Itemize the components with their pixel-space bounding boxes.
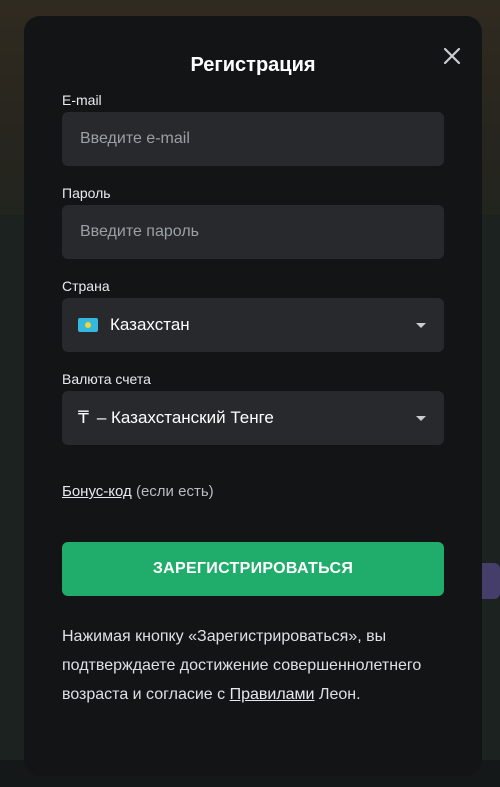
- rules-link[interactable]: Правилами: [230, 686, 315, 703]
- terms-disclaimer: Нажимая кнопку «Зарегистрироваться», вы …: [62, 622, 452, 709]
- password-label: Пароль: [62, 185, 111, 201]
- bonus-code-row: Бонус-код (если есть): [62, 483, 214, 500]
- tenge-symbol: ₸: [78, 408, 89, 427]
- chevron-down-icon: [416, 322, 426, 328]
- chevron-down-icon: [416, 415, 426, 421]
- bonus-code-link[interactable]: Бонус-код: [62, 483, 132, 500]
- modal-title: Регистрация: [190, 54, 316, 76]
- password-input[interactable]: [78, 222, 428, 242]
- email-input[interactable]: [78, 129, 428, 149]
- country-value: Казахстан: [110, 315, 190, 334]
- kazakhstan-flag-icon: [78, 318, 98, 332]
- password-field-wrapper[interactable]: [62, 205, 444, 259]
- email-field-wrapper[interactable]: [62, 112, 444, 166]
- close-icon: [443, 47, 461, 65]
- registration-modal: Регистрация E-mail Пароль Страна Казахст…: [24, 16, 482, 776]
- currency-value: – Казахстанский Тенге: [96, 408, 274, 427]
- country-select[interactable]: Казахстан: [62, 298, 444, 352]
- register-button[interactable]: ЗАРЕГИСТРИРОВАТЬСЯ: [62, 542, 444, 596]
- email-label: E-mail: [62, 92, 102, 108]
- close-button[interactable]: [438, 42, 466, 70]
- disclaimer-tail: Леон.: [318, 686, 361, 703]
- currency-select[interactable]: ₸ – Казахстанский Тенге: [62, 391, 444, 445]
- bonus-code-hint: (если есть): [135, 483, 214, 500]
- currency-label: Валюта счета: [62, 371, 151, 387]
- country-label: Страна: [62, 278, 110, 294]
